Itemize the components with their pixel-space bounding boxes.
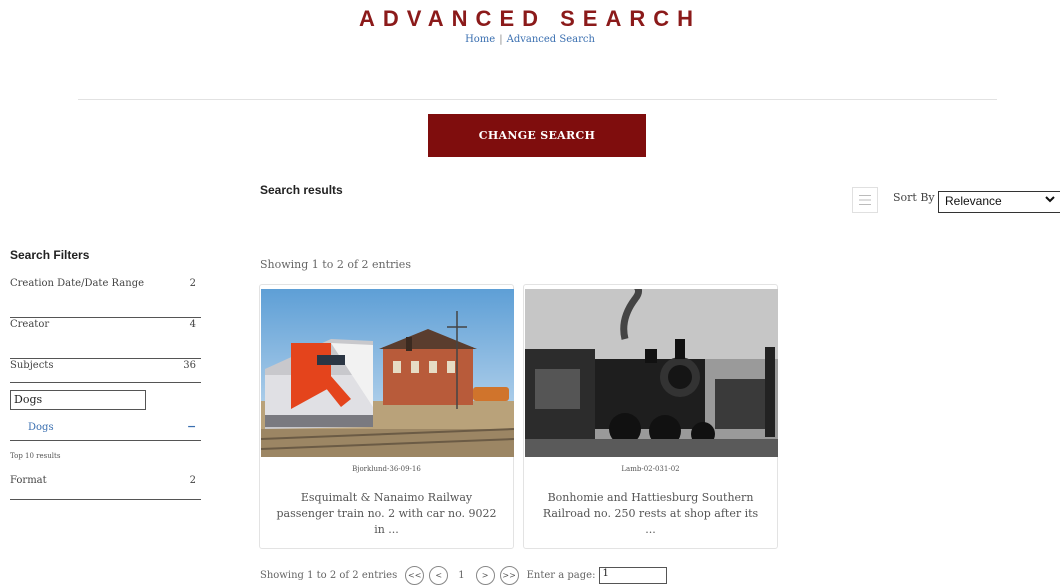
filter-label: Format	[10, 475, 47, 486]
filter-creator[interactable]: Creator 4	[10, 319, 201, 359]
showing-entries-bottom: Showing 1 to 2 of 2 entries	[260, 570, 398, 581]
current-page-number: 1	[458, 570, 465, 581]
filter-count: 2	[189, 475, 196, 486]
filter-count: 2	[189, 278, 196, 289]
search-filters-title: Search Filters	[10, 248, 90, 262]
list-view-icon[interactable]	[852, 187, 878, 213]
card-title-link[interactable]: Esquimalt & Nanaimo Railway passenger tr…	[274, 490, 499, 538]
subject-filter-input[interactable]: Dogs	[10, 390, 146, 410]
filter-creation-date[interactable]: Creation Date/Date Range 2	[10, 278, 201, 318]
enter-page-label: Enter a page:	[526, 570, 596, 581]
result-card[interactable]: Lamb-02-031-02 Bonhomie and Hattiesburg …	[523, 284, 778, 549]
breadcrumb-home-link[interactable]: Home	[465, 34, 495, 45]
subject-selected-link[interactable]: Dogs	[28, 422, 54, 433]
last-page-button[interactable]: >>	[499, 566, 519, 585]
sort-select[interactable]: Relevance	[938, 191, 1060, 213]
top-results-note: Top 10 results	[10, 452, 61, 460]
results-title: Search results	[260, 183, 343, 197]
filter-count: 36	[183, 360, 196, 371]
result-card[interactable]: Bjorklund-36-09-16 Esquimalt & Nanaimo R…	[259, 284, 514, 549]
page-number-input[interactable]: 1	[599, 567, 668, 584]
prev-page-button[interactable]: <	[429, 566, 449, 585]
filter-label: Creation Date/Date Range	[10, 278, 145, 289]
card-id: Lamb-02-031-02	[621, 465, 680, 473]
train-photo-color[interactable]	[261, 289, 514, 457]
subject-divider	[10, 440, 201, 441]
sort-selected-value: Relevance	[945, 194, 1002, 208]
remove-subject-button[interactable]: −	[187, 420, 196, 433]
card-title-link[interactable]: Bonhomie and Hattiesburg Southern Railro…	[538, 490, 763, 538]
chevron-down-icon	[1045, 195, 1055, 206]
filter-label: Creator	[10, 319, 50, 330]
filter-format[interactable]: Format 2	[10, 475, 201, 500]
breadcrumb-current[interactable]: Advanced Search	[507, 34, 595, 45]
card-id: Bjorklund-36-09-16	[352, 465, 421, 473]
sort-by-label: Sort By	[893, 191, 935, 204]
train-photo-bw[interactable]	[525, 289, 778, 457]
change-search-button[interactable]: CHANGE SEARCH	[428, 114, 646, 157]
filter-subjects[interactable]: Subjects 36	[10, 360, 201, 383]
breadcrumb: Home | Advanced Search	[0, 34, 1060, 45]
filter-label: Subjects	[10, 360, 54, 371]
breadcrumb-separator: |	[499, 34, 503, 45]
pagination: Showing 1 to 2 of 2 entries << < 1 > >> …	[260, 566, 668, 585]
first-page-button[interactable]: <<	[405, 566, 425, 585]
showing-entries-top: Showing 1 to 2 of 2 entries	[260, 258, 411, 271]
next-page-button[interactable]: >	[475, 566, 495, 585]
header-divider	[78, 99, 997, 100]
page-title: ADVANCED SEARCH	[358, 6, 702, 31]
filter-count: 4	[189, 319, 196, 330]
